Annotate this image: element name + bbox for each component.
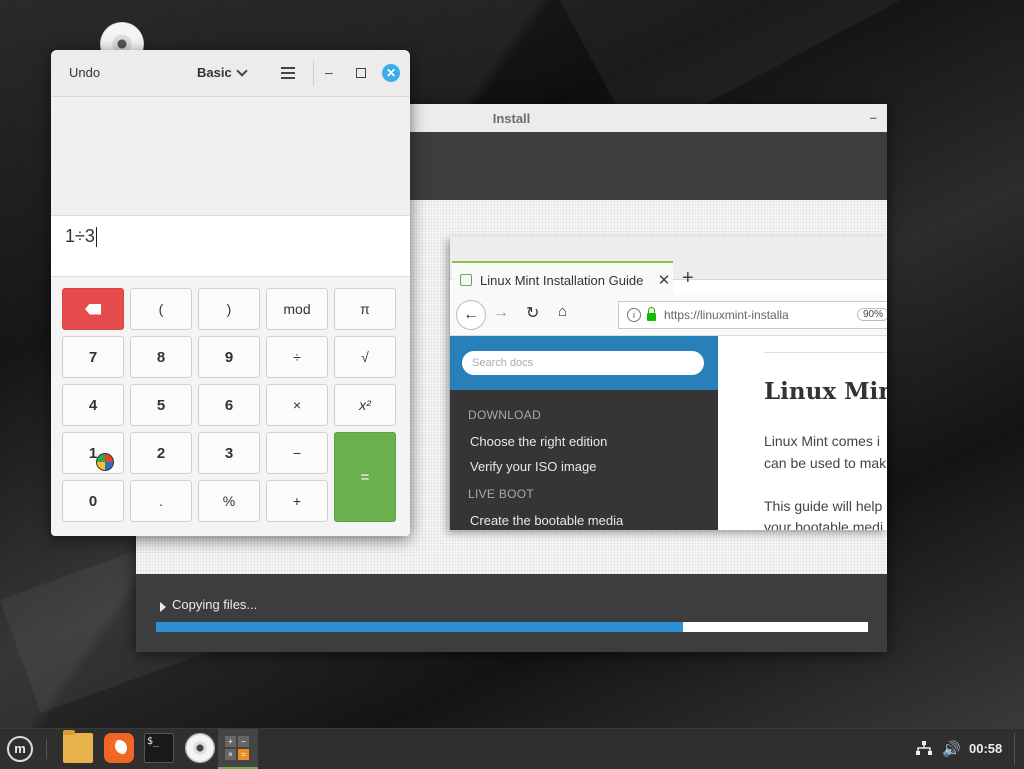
sidebar-item-choose-edition: Choose the right edition bbox=[470, 434, 608, 449]
one-button[interactable]: 1 bbox=[62, 432, 124, 474]
firefox-icon[interactable] bbox=[104, 733, 134, 763]
hamburger-icon[interactable] bbox=[281, 67, 295, 79]
plus-button[interactable]: + bbox=[266, 480, 328, 522]
docs-paragraph-2-line-1: This guide will help bbox=[764, 498, 883, 514]
show-desktop-button[interactable] bbox=[1014, 733, 1023, 765]
square-button[interactable]: x² bbox=[334, 384, 396, 426]
sidebar-section-download: DOWNLOAD bbox=[468, 408, 542, 422]
taskbar: m $_ + − × = 🔊 00:58 bbox=[0, 728, 1024, 769]
docs-search-box: Search docs bbox=[462, 351, 704, 375]
mint-favicon-icon bbox=[460, 274, 472, 286]
docs-sidebar: Search docs DOWNLOAD Choose the right ed… bbox=[450, 336, 718, 530]
docs-paragraph-1-line-1: Linux Mint comes i bbox=[764, 433, 880, 449]
pi-button[interactable]: π bbox=[334, 288, 396, 330]
docs-title: Linux Min bbox=[764, 378, 887, 405]
install-status[interactable]: Copying files... bbox=[160, 596, 257, 612]
docs-paragraph-1-line-2: can be used to mak bbox=[764, 455, 887, 471]
browser-navbar: ← → ↻ ⌂ i https://linuxmint-installa 90% bbox=[450, 295, 887, 336]
minus-button[interactable]: − bbox=[266, 432, 328, 474]
expander-arrow-icon[interactable] bbox=[160, 602, 166, 612]
mint-menu-icon[interactable]: m bbox=[7, 736, 33, 762]
multiply-button[interactable]: × bbox=[266, 384, 328, 426]
taskbar-separator bbox=[46, 739, 47, 759]
browser-tab: Linux Mint Installation Guide ✕ bbox=[452, 261, 673, 297]
open-paren-button[interactable]: ( bbox=[130, 288, 192, 330]
text-cursor bbox=[95, 227, 97, 248]
calculator-history bbox=[51, 97, 410, 216]
install-footer: Copying files... bbox=[136, 574, 887, 652]
minimize-button[interactable]: – bbox=[325, 64, 333, 80]
forward-arrow-icon: → bbox=[493, 304, 509, 321]
clock[interactable]: 00:58 bbox=[969, 741, 1002, 756]
header-separator bbox=[313, 60, 314, 86]
chevron-down-icon bbox=[236, 64, 248, 77]
close-paren-button[interactable]: ) bbox=[198, 288, 260, 330]
install-status-text: Copying files... bbox=[172, 596, 258, 612]
divide-button[interactable]: ÷ bbox=[266, 336, 328, 378]
installer-disc-icon[interactable] bbox=[185, 733, 215, 763]
calculator-window: Undo Basic – ✕ 1÷3 ( ) mod π 7 8 9 ÷ √ 4… bbox=[51, 50, 410, 536]
network-icon[interactable] bbox=[916, 741, 932, 755]
zoom-badge: 90% bbox=[857, 308, 887, 321]
backspace-button[interactable] bbox=[62, 288, 124, 330]
volume-icon[interactable]: 🔊 bbox=[942, 740, 961, 758]
back-arrow-icon: ← bbox=[456, 300, 486, 330]
four-button[interactable]: 4 bbox=[62, 384, 124, 426]
reload-icon: ↻ bbox=[526, 305, 540, 322]
busy-cursor-icon bbox=[96, 453, 114, 471]
expression-value: 1÷3 bbox=[65, 226, 95, 246]
home-icon: ⌂ bbox=[558, 303, 568, 320]
install-progress-bar bbox=[156, 622, 868, 632]
browser-tab-title: Linux Mint Installation Guide bbox=[480, 272, 644, 288]
docs-sidebar-header: Search docs bbox=[450, 336, 718, 390]
seven-button[interactable]: 7 bbox=[62, 336, 124, 378]
files-icon[interactable] bbox=[63, 730, 93, 763]
sidebar-item-create-media: Create the bootable media bbox=[470, 513, 624, 528]
docs-divider bbox=[764, 352, 887, 353]
install-progress-fill bbox=[156, 622, 683, 632]
expression-text: 1÷3 bbox=[65, 226, 97, 248]
five-button[interactable]: 5 bbox=[130, 384, 192, 426]
mod-button[interactable]: mod bbox=[266, 288, 328, 330]
close-button[interactable]: ✕ bbox=[382, 64, 400, 82]
browser-tabbar: Linux Mint Installation Guide ✕ + bbox=[450, 237, 887, 297]
lock-icon bbox=[647, 307, 656, 321]
docs-paragraph-2-line-2: your bootable medi bbox=[764, 519, 884, 530]
six-button[interactable]: 6 bbox=[198, 384, 260, 426]
install-title: Install bbox=[492, 110, 531, 126]
eight-button[interactable]: 8 bbox=[130, 336, 192, 378]
mode-selector[interactable]: Basic bbox=[197, 64, 248, 80]
info-icon: i bbox=[627, 308, 641, 322]
sidebar-item-verify-iso: Verify your ISO image bbox=[470, 459, 597, 474]
decimal-button[interactable]: . bbox=[130, 480, 192, 522]
calculator-headerbar[interactable]: Undo Basic – ✕ bbox=[51, 50, 410, 97]
docs-content: Linux Min Linux Mint comes i can be used… bbox=[718, 336, 887, 530]
new-tab-icon: + bbox=[682, 267, 694, 289]
close-icon: ✕ bbox=[657, 272, 671, 289]
calculator-icon[interactable]: + − × = bbox=[222, 733, 252, 763]
backspace-icon bbox=[85, 303, 101, 315]
sidebar-section-liveboot: LIVE BOOT bbox=[468, 487, 535, 501]
slideshow-browser-image: Linux Mint Installation Guide ✕ + ← → ↻ … bbox=[450, 237, 887, 530]
nine-button[interactable]: 9 bbox=[198, 336, 260, 378]
undo-button[interactable]: Undo bbox=[69, 65, 100, 80]
mode-label: Basic bbox=[197, 65, 232, 80]
sqrt-button[interactable]: √ bbox=[334, 336, 396, 378]
terminal-icon[interactable]: $_ bbox=[144, 733, 174, 763]
zero-button[interactable]: 0 bbox=[62, 480, 124, 522]
equals-button[interactable]: = bbox=[334, 432, 396, 522]
maximize-button[interactable] bbox=[356, 68, 366, 78]
two-button[interactable]: 2 bbox=[130, 432, 192, 474]
browser-url-bar: i https://linuxmint-installa 90% bbox=[618, 301, 887, 329]
three-button[interactable]: 3 bbox=[198, 432, 260, 474]
calculator-display[interactable]: 1÷3 bbox=[51, 216, 410, 277]
browser-url-text: https://linuxmint-installa bbox=[664, 308, 789, 322]
install-minimize-button[interactable]: – bbox=[870, 110, 877, 125]
percent-button[interactable]: % bbox=[198, 480, 260, 522]
